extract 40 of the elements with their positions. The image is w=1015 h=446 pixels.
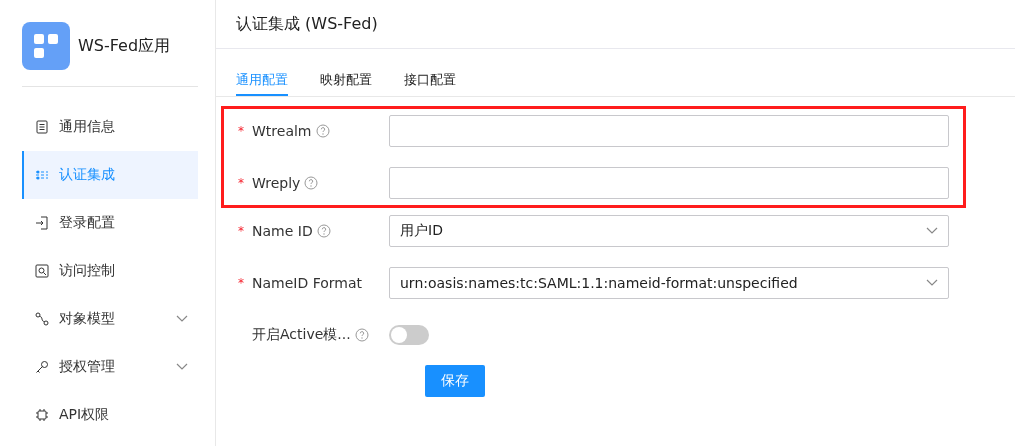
text-field[interactable] — [389, 167, 949, 199]
search-icon — [35, 264, 49, 278]
tab[interactable]: 映射配置 — [320, 67, 372, 96]
field-label: 开启Active模... — [252, 326, 351, 344]
chevron-down-icon — [176, 363, 188, 371]
sidebar-item[interactable]: 通用信息 — [22, 103, 198, 151]
app-logo — [22, 22, 70, 70]
sidebar-item[interactable]: 授权管理 — [22, 343, 198, 391]
document-icon — [35, 120, 49, 134]
sidebar-item[interactable]: 登录配置 — [22, 199, 198, 247]
chip-icon — [35, 408, 49, 422]
link-icon — [35, 312, 49, 326]
sidebar-item[interactable]: 访问控制 — [22, 247, 198, 295]
field-label: Wreply — [252, 175, 301, 191]
help-icon — [304, 176, 319, 190]
key-icon — [35, 360, 49, 374]
required-mark: * — [238, 124, 245, 138]
app-name: WS-Fed应用 — [78, 35, 171, 57]
select-field[interactable]: urn:oasis:names:tc:SAML:1.1:nameid-format:unspecified — [389, 267, 949, 299]
help-icon — [316, 224, 331, 238]
field-label: NameID Format — [252, 275, 362, 291]
chevron-down-icon — [176, 315, 188, 323]
chevron-down-icon — [926, 279, 938, 287]
sliders-icon — [35, 168, 49, 182]
required-mark: * — [238, 224, 245, 238]
field-label: Wtrealm — [252, 123, 312, 139]
required-mark: * — [238, 176, 245, 190]
required-mark: * — [238, 276, 245, 290]
toggle-switch[interactable] — [389, 325, 429, 345]
text-field[interactable] — [389, 115, 949, 147]
sidebar-item[interactable]: API权限 — [22, 391, 198, 439]
help-icon — [354, 328, 369, 342]
chevron-down-icon — [926, 227, 938, 235]
tab[interactable]: 接口配置 — [404, 67, 456, 96]
select-field[interactable]: 用户ID — [389, 215, 949, 247]
login-icon — [35, 216, 49, 230]
sidebar-item[interactable]: 对象模型 — [22, 295, 198, 343]
help-icon — [315, 124, 330, 138]
page-title: 认证集成 (WS-Fed) — [236, 13, 378, 35]
field-label: Name ID — [252, 223, 313, 239]
